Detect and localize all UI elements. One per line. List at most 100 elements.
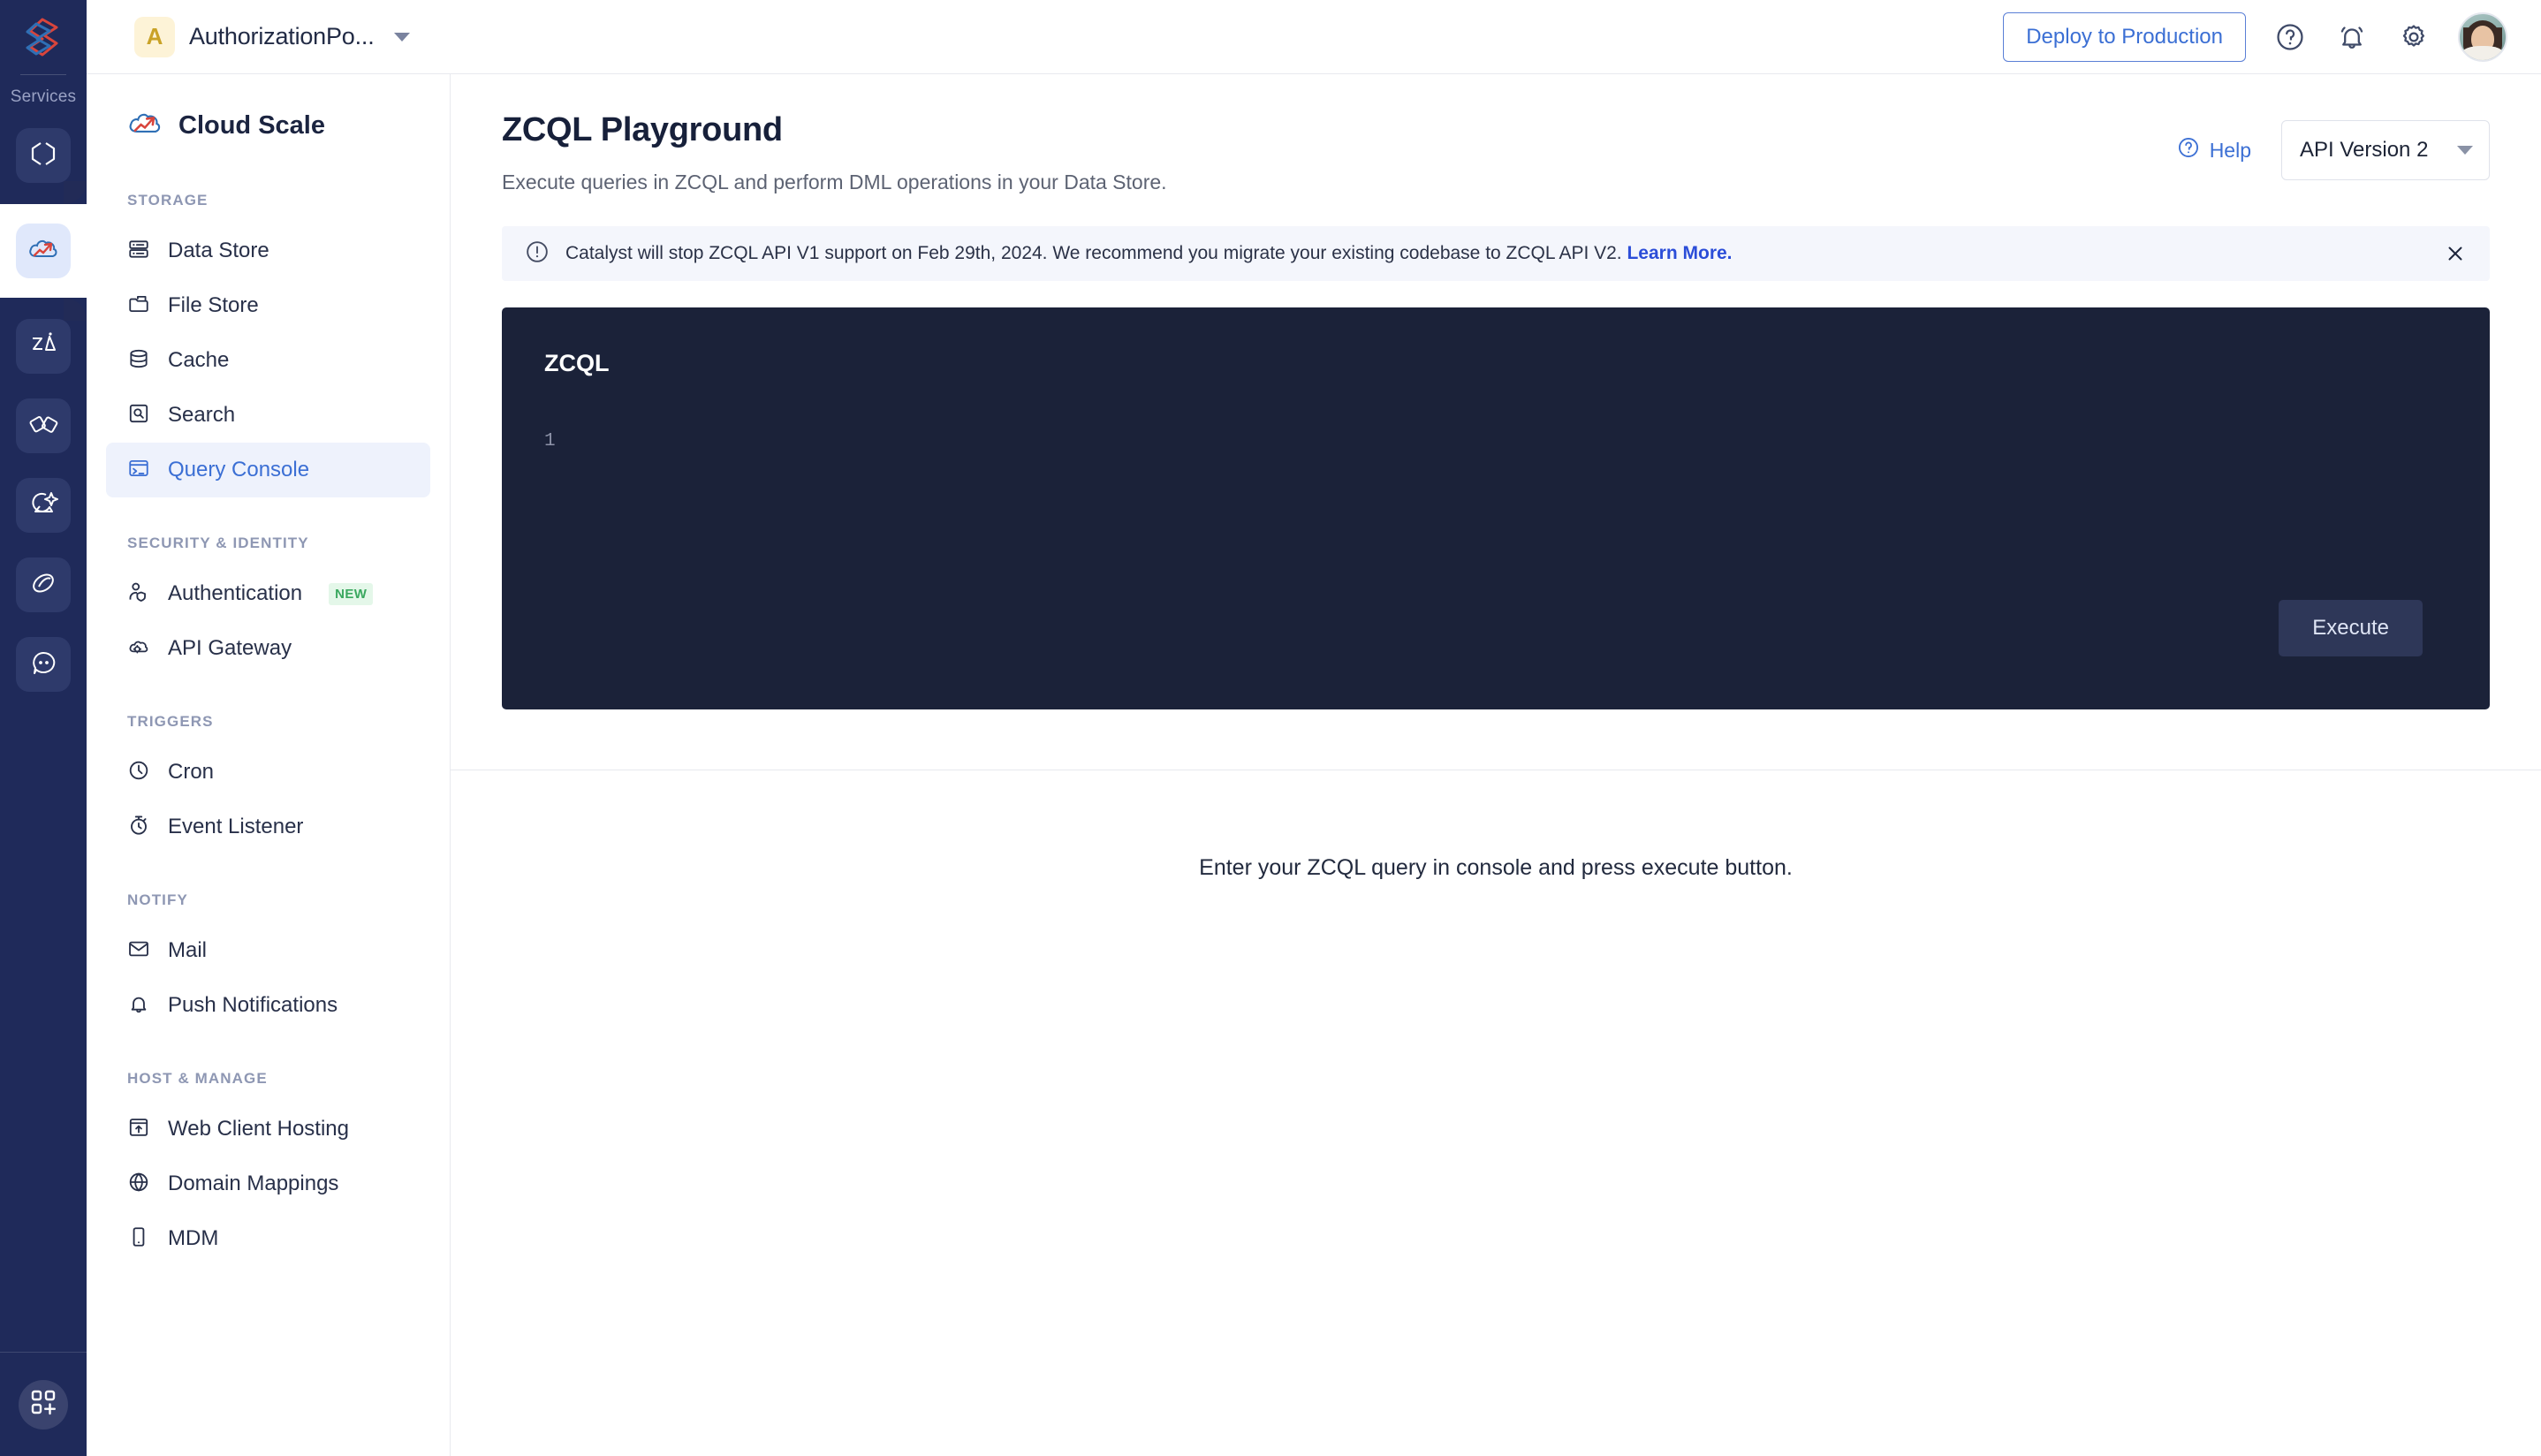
sidebar-item-cron[interactable]: Cron <box>106 745 430 800</box>
code-brackets-icon <box>28 140 58 171</box>
sidebar-item-label: Data Store <box>168 239 269 262</box>
rail-item-signals[interactable] <box>16 557 71 612</box>
cloud-scale-icon <box>127 108 163 144</box>
rail-item-cloud-scale[interactable] <box>16 224 71 278</box>
rail-item-zia[interactable] <box>16 319 71 374</box>
sidebar-item-authentication[interactable]: Authentication NEW <box>106 566 430 621</box>
sidebar-item-search[interactable]: Search <box>106 388 430 443</box>
sidebar-item-cache[interactable]: Cache <box>106 333 430 388</box>
folder-icon <box>127 292 150 320</box>
sidebar-item-label: API Gateway <box>168 636 292 660</box>
sidebar-item-domain-mappings[interactable]: Domain Mappings <box>106 1156 430 1211</box>
envelope-icon <box>127 937 150 965</box>
rail-item-app-connect[interactable] <box>16 398 71 453</box>
nav-group-security-label: SECURITY & IDENTITY <box>127 535 309 551</box>
sidebar-item-push-notifications[interactable]: Push Notifications <box>106 978 430 1033</box>
sidebar-item-label: Cache <box>168 348 230 372</box>
topbar-actions: Deploy to Production <box>2003 11 2541 62</box>
rail-item-quickml[interactable] <box>16 478 71 533</box>
avatar-body <box>2462 45 2503 60</box>
page-header: ZCQL Playground Execute queries in ZCQL … <box>451 74 2541 194</box>
sidebar-item-query-console[interactable]: Query Console <box>106 443 430 497</box>
sidebar-item-data-store[interactable]: Data Store <box>106 224 430 278</box>
sidebar-item-file-store[interactable]: File Store <box>106 278 430 333</box>
globe-icon <box>127 1171 150 1198</box>
signals-icon <box>28 569 58 602</box>
sidebar-item-label: Authentication <box>168 581 303 605</box>
database-icon <box>127 347 150 375</box>
cloud-gear-icon <box>127 635 150 663</box>
nav-group-host-label: HOST & MANAGE <box>127 1070 268 1087</box>
user-shield-icon <box>127 580 150 608</box>
quickml-icon <box>28 489 58 522</box>
bell-icon[interactable] <box>2334 19 2370 55</box>
sidebar-item-label: File Store <box>168 293 259 317</box>
sidebar-item-label: Query Console <box>168 458 310 482</box>
sidebar-item-label: Web Client Hosting <box>168 1117 349 1141</box>
server-icon <box>127 238 150 265</box>
deprecation-banner: Catalyst will stop ZCQL API V1 support o… <box>502 226 2490 281</box>
sidebar-item-label: Event Listener <box>168 815 304 838</box>
top-bar: A AuthorizationPo... Deploy to Productio… <box>87 0 2541 74</box>
bell-icon <box>127 992 150 1020</box>
execute-button[interactable]: Execute <box>2279 600 2423 656</box>
close-icon[interactable] <box>2440 239 2470 269</box>
sidebar-item-api-gateway[interactable]: API Gateway <box>106 621 430 676</box>
empty-state-message: Enter your ZCQL query in console and pre… <box>1199 855 1793 880</box>
service-sidebar: Cloud Scale STORAGE Data Store File Stor… <box>87 74 451 1456</box>
nav-group-storage-label: STORAGE <box>127 192 209 209</box>
help-circle-icon[interactable] <box>2272 19 2308 55</box>
cloud-scale-icon <box>27 235 59 268</box>
search-box-icon <box>127 402 150 429</box>
add-service-button[interactable] <box>19 1379 68 1429</box>
clock-icon <box>127 759 150 786</box>
learn-more-link[interactable]: Learn More. <box>1627 243 1732 263</box>
banner-message-text: Catalyst will stop ZCQL API V1 support o… <box>565 243 1627 263</box>
app-name: AuthorizationPo... <box>189 23 375 49</box>
gear-icon[interactable] <box>2396 19 2431 55</box>
sidebar-item-label: Cron <box>168 760 215 784</box>
rail-active-pocket <box>0 181 87 321</box>
sidebar-item-label: Domain Mappings <box>168 1172 339 1195</box>
upload-window-icon <box>127 1116 150 1143</box>
nav-group-notify-label: NOTIFY <box>127 891 188 908</box>
grid-plus-icon <box>30 1389 57 1420</box>
zcql-editor-panel: ZCQL 1 Execute <box>502 307 2490 709</box>
api-version-select[interactable]: API Version 2 <box>2281 120 2490 180</box>
app-switcher[interactable]: A AuthorizationPo... <box>87 16 410 57</box>
catalyst-logo-icon[interactable] <box>0 0 87 74</box>
sidebar-item-label: MDM <box>168 1226 219 1250</box>
editor-label: ZCQL <box>544 350 610 376</box>
info-circle-icon <box>525 239 550 269</box>
main-content: ZCQL Playground Execute queries in ZCQL … <box>451 74 2541 1456</box>
page-header-actions: Help API Version 2 <box>2177 120 2490 180</box>
sidebar-item-label: Mail <box>168 938 208 962</box>
sidebar-item-web-client-hosting[interactable]: Web Client Hosting <box>106 1102 430 1156</box>
deploy-to-production-button[interactable]: Deploy to Production <box>2003 11 2246 62</box>
app-connect-icon <box>28 412 58 441</box>
rail-bottom-section <box>0 1352 87 1456</box>
sidebar-item-mdm[interactable]: MDM <box>106 1211 430 1266</box>
help-link[interactable]: Help <box>2177 136 2251 164</box>
rail-item-code-brackets[interactable] <box>16 128 71 183</box>
user-avatar[interactable] <box>2458 11 2507 62</box>
nav-group-triggers-label: TRIGGERS <box>127 713 214 730</box>
rail-services-label: Services <box>10 87 77 106</box>
sidebar-service-name: Cloud Scale <box>178 111 325 140</box>
help-label: Help <box>2209 138 2251 162</box>
api-version-value: API Version 2 <box>2300 138 2429 162</box>
stopwatch-icon <box>127 814 150 841</box>
sidebar-item-mail[interactable]: Mail <box>106 923 430 978</box>
sidebar-service-title: Cloud Scale <box>87 97 450 155</box>
results-empty-state: Enter your ZCQL query in console and pre… <box>451 770 2541 881</box>
chevron-down-icon[interactable] <box>393 32 410 42</box>
zia-icon <box>28 331 58 362</box>
status-badge-new: NEW <box>329 582 374 605</box>
terminal-icon <box>127 457 150 484</box>
chevron-down-icon <box>2457 146 2473 155</box>
rail-item-chat-bot[interactable] <box>16 637 71 692</box>
service-icon-rail: Services <box>0 0 87 1456</box>
mobile-device-icon <box>127 1225 150 1253</box>
sidebar-item-event-listener[interactable]: Event Listener <box>106 800 430 854</box>
rail-divider <box>20 74 66 75</box>
